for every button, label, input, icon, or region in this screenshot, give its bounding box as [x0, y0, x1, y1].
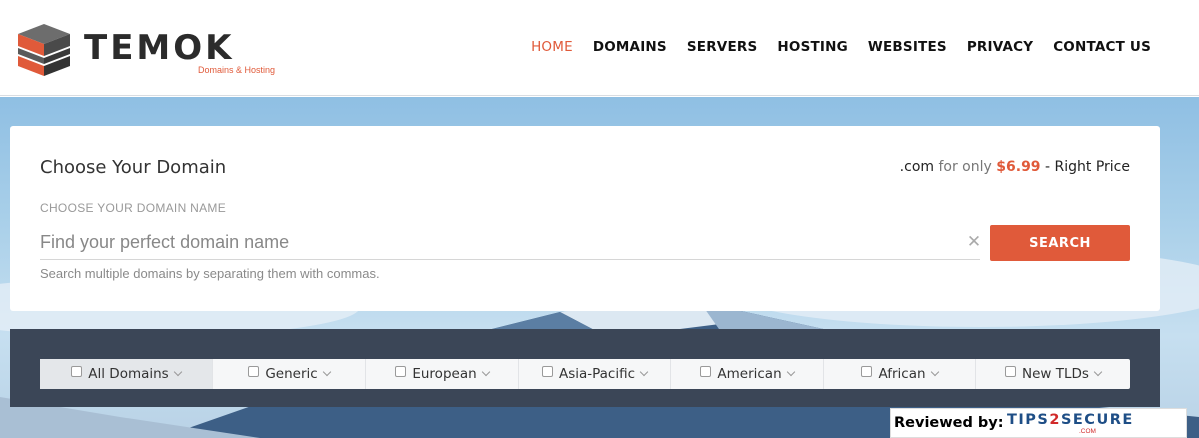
filter-tab-new-tlds[interactable]: New TLDs	[976, 359, 1130, 389]
checkbox[interactable]	[700, 366, 712, 377]
nav-servers[interactable]: SERVERS	[687, 39, 758, 55]
logo-part: 2	[1049, 412, 1061, 428]
brand-name: TEMOK	[84, 28, 235, 68]
temok-logo[interactable]: TEMOK Domains & Hosting	[12, 22, 282, 78]
card-title: Choose Your Domain	[40, 157, 227, 178]
search-button[interactable]: SEARCH	[990, 225, 1130, 261]
domain-search-card: Choose Your Domain .com for only $6.99 -…	[10, 126, 1160, 311]
chevron-down-icon	[1093, 367, 1103, 377]
nav-domains[interactable]: DOMAINS	[593, 39, 667, 55]
domain-search-input[interactable]	[40, 226, 980, 260]
filter-tab-label: African	[878, 366, 926, 382]
filter-tab-european[interactable]: European	[366, 359, 519, 389]
filter-tab-generic[interactable]: Generic	[213, 359, 366, 389]
logo-sub: .COM	[1079, 428, 1096, 435]
domain-field-label: CHOOSE YOUR DOMAIN NAME	[40, 201, 227, 215]
main-nav: HOME DOMAINS SERVERS HOSTING WEBSITES PR…	[531, 39, 1151, 55]
tips2secure-logo: TIPS2SECURE	[1007, 412, 1134, 428]
chevron-down-icon	[173, 367, 182, 377]
chevron-down-icon	[786, 367, 795, 377]
reviewed-badge[interactable]: Reviewed by: TIPS2SECURE .COM	[890, 408, 1187, 438]
chevron-down-icon	[930, 367, 939, 377]
filter-tab-label: European	[412, 366, 477, 382]
close-icon[interactable]: ✕	[966, 232, 982, 252]
domain-filter-bar: All Domains Generic European Asia-Pacifi…	[10, 329, 1160, 407]
price-suffix: - Right Price	[1045, 159, 1130, 175]
price-tld: .com	[899, 159, 935, 175]
reviewed-label: Reviewed by:	[894, 415, 1004, 431]
checkbox[interactable]	[861, 366, 873, 377]
filter-tab-label: Asia-Pacific	[558, 366, 636, 382]
chevron-down-icon	[481, 367, 490, 377]
brand-tagline: Domains & Hosting	[198, 65, 276, 75]
price-prefix: for only	[938, 159, 992, 175]
filter-tab-asia-pacific[interactable]: Asia-Pacific	[519, 359, 671, 389]
filter-tab-all-domains[interactable]: All Domains	[40, 359, 213, 389]
checkbox[interactable]	[248, 366, 260, 377]
server-cube-icon	[18, 24, 70, 76]
nav-home[interactable]: HOME	[531, 39, 573, 55]
site-header: TEMOK Domains & Hosting HOME DOMAINS SER…	[0, 0, 1199, 96]
filter-tabs: All Domains Generic European Asia-Pacifi…	[40, 359, 1130, 389]
filter-tab-label: All Domains	[88, 366, 169, 382]
checkbox[interactable]	[541, 366, 553, 377]
checkbox[interactable]	[1005, 366, 1017, 377]
nav-contact-us[interactable]: CONTACT US	[1053, 39, 1151, 55]
checkbox[interactable]	[71, 366, 83, 377]
chevron-down-icon	[639, 367, 649, 377]
logo-part: SECURE	[1060, 412, 1134, 428]
filter-tab-african[interactable]: African	[824, 359, 976, 389]
logo-part: TIPS	[1007, 412, 1050, 428]
filter-tab-american[interactable]: American	[671, 359, 824, 389]
filter-tab-label: Generic	[265, 366, 318, 382]
chevron-down-icon	[322, 367, 331, 377]
nav-hosting[interactable]: HOSTING	[777, 39, 848, 55]
filter-tab-label: American	[717, 366, 782, 382]
price-amount: $6.99	[996, 159, 1041, 175]
checkbox[interactable]	[395, 366, 407, 377]
search-hint: Search multiple domains by separating th…	[40, 266, 380, 281]
filter-tab-label: New TLDs	[1022, 366, 1089, 382]
nav-privacy[interactable]: PRIVACY	[967, 39, 1033, 55]
nav-websites[interactable]: WEBSITES	[868, 39, 947, 55]
price-note: .com for only $6.99 - Right Price	[900, 159, 1130, 175]
